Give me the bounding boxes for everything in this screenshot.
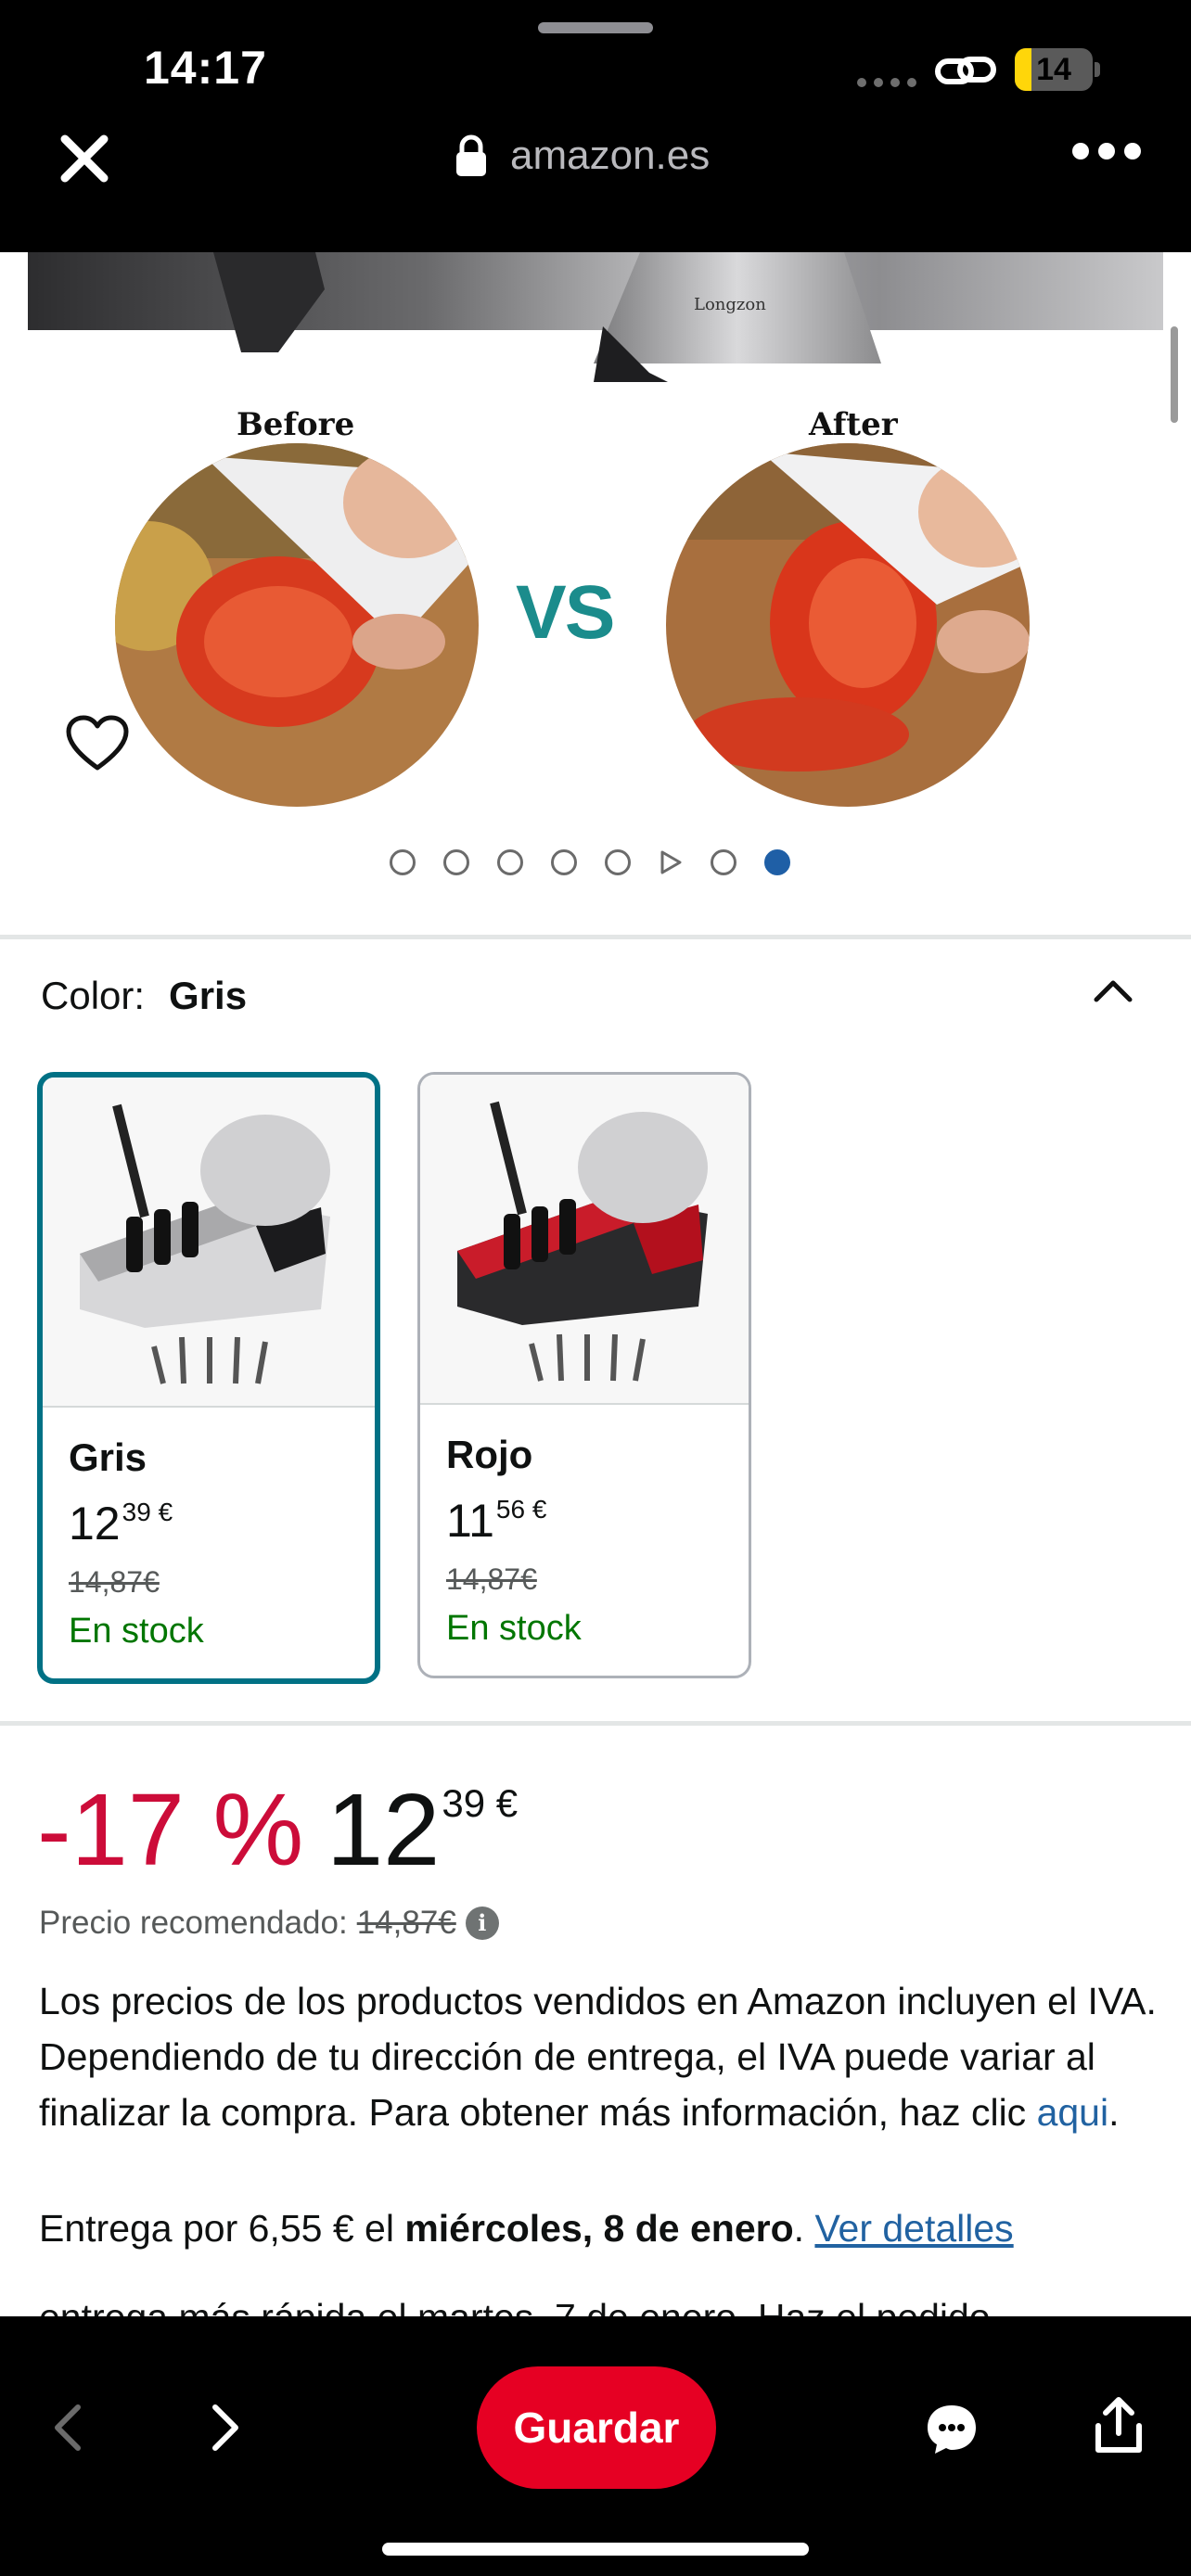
- close-icon[interactable]: [56, 130, 113, 187]
- after-label: After: [809, 406, 898, 443]
- recommended-price: Precio recomendado: 14,87€ i: [39, 1905, 499, 1942]
- back-arrow-icon[interactable]: [48, 2402, 85, 2454]
- variant-price: 1156 €: [446, 1495, 547, 1547]
- video-play-icon[interactable]: [659, 849, 683, 875]
- variant-name: Gris: [69, 1435, 147, 1479]
- carousel-dot[interactable]: [605, 849, 631, 875]
- vat-info-link[interactable]: aqui: [1037, 2091, 1109, 2134]
- variant-image-rojo: [420, 1075, 749, 1405]
- current-price: 1239 €: [327, 1773, 519, 1887]
- carousel-dot[interactable]: [711, 849, 736, 875]
- share-icon[interactable]: [1093, 2396, 1145, 2455]
- home-indicator: [382, 2543, 809, 2556]
- product-image-carousel[interactable]: Longzon Before After VS: [0, 252, 1191, 938]
- battery-icon: 14: [1015, 48, 1100, 91]
- recommended-price-label: Precio recomendado:: [39, 1905, 348, 1941]
- discount-percentage: -17 %: [37, 1773, 304, 1887]
- status-time: 14:17: [144, 42, 267, 94]
- recommended-price-value: 14,87€: [356, 1905, 456, 1941]
- chevron-up-icon[interactable]: [1091, 974, 1135, 1007]
- carousel-dot[interactable]: [551, 849, 577, 875]
- carousel-dot-active[interactable]: [764, 849, 790, 875]
- address-bar[interactable]: amazon.es: [455, 128, 710, 184]
- browser-top-bar: 14:17 14 amazon.es: [0, 0, 1191, 252]
- delivery-date: miércoles, 8 de enero: [404, 2207, 794, 2250]
- variant-list-price: 14,87€: [69, 1565, 160, 1599]
- variant-list-price: 14,87€: [446, 1562, 537, 1596]
- carousel-dot[interactable]: [497, 849, 523, 875]
- carousel-pagination: [390, 849, 790, 875]
- scroll-indicator: [1171, 326, 1178, 423]
- variant-stock: En stock: [69, 1612, 204, 1651]
- sheet-grabber[interactable]: [538, 22, 653, 33]
- battery-level: 14: [1036, 52, 1071, 87]
- cellular-signal-icon: [857, 78, 916, 87]
- vs-label: VS: [516, 570, 615, 655]
- section-divider: [0, 935, 1191, 939]
- variant-price: 1239 €: [69, 1498, 173, 1549]
- carousel-dot[interactable]: [390, 849, 416, 875]
- lock-icon: [456, 134, 486, 176]
- delivery-details-link[interactable]: Ver detalles: [814, 2207, 1013, 2250]
- delivery-info: Entrega por 6,55 € el miércoles, 8 de en…: [39, 2207, 1014, 2250]
- brand-label: Longzon: [694, 295, 766, 314]
- chat-icon[interactable]: [924, 2402, 980, 2457]
- color-option-rojo[interactable]: Rojo 1156 € 14,87€ En stock: [417, 1072, 751, 1678]
- variant-image-gris: [43, 1078, 375, 1408]
- carousel-dot[interactable]: [443, 849, 469, 875]
- info-icon[interactable]: i: [465, 1906, 499, 1940]
- color-selector-header[interactable]: Color: Gris: [41, 974, 247, 1018]
- forward-arrow-icon[interactable]: [208, 2402, 245, 2454]
- link-icon: [935, 57, 996, 84]
- vat-notice: Los precios de los productos vendidos en…: [39, 1980, 1157, 2134]
- selected-color: Gris: [169, 974, 248, 1017]
- more-icon[interactable]: [1072, 143, 1141, 159]
- variant-stock: En stock: [446, 1609, 582, 1648]
- save-button[interactable]: Guardar: [477, 2366, 716, 2489]
- color-label: Color:: [41, 974, 146, 1017]
- bottom-toolbar: Guardar: [0, 2316, 1191, 2576]
- heart-icon[interactable]: [65, 714, 130, 773]
- color-option-gris[interactable]: Gris 1239 € 14,87€ En stock: [37, 1072, 380, 1684]
- url-text: amazon.es: [510, 133, 711, 178]
- section-divider: [0, 1721, 1191, 1726]
- before-label: Before: [237, 406, 355, 443]
- variant-name: Rojo: [446, 1433, 533, 1476]
